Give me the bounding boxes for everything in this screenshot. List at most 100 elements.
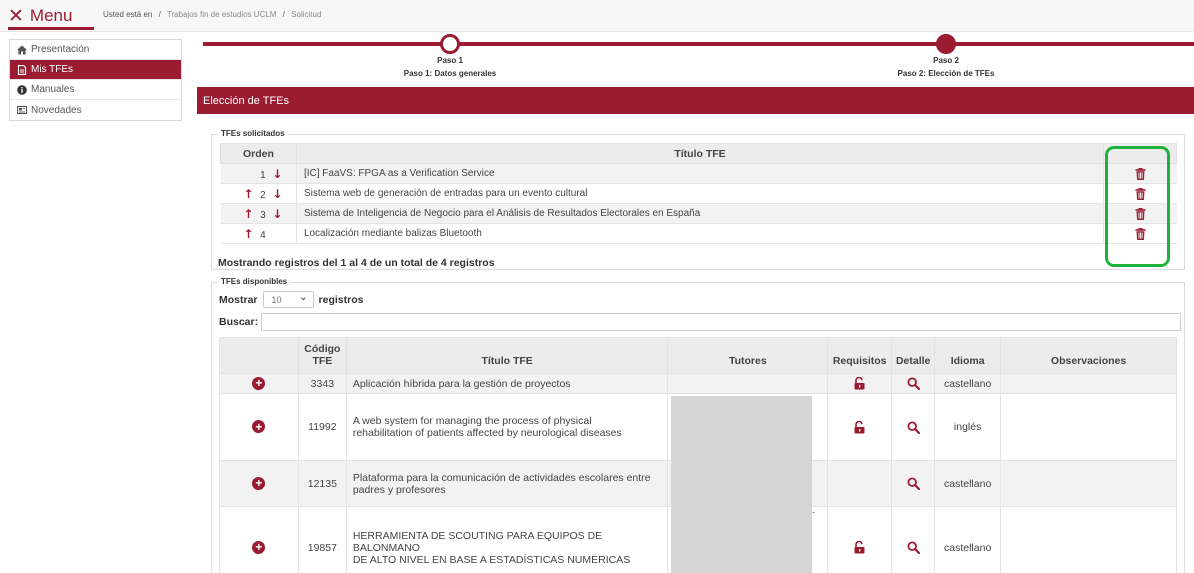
language-cell: castellano	[934, 506, 1002, 573]
language-cell: inglés	[934, 393, 1002, 461]
detail-cell	[891, 506, 936, 573]
arrow-up-icon[interactable]: ↑	[242, 207, 255, 221]
magnifier-icon[interactable]	[907, 541, 920, 555]
title-cell: Localización mediante balizas Bluetooth	[295, 223, 1104, 244]
requirements-cell	[827, 373, 893, 394]
section-title: Elección de TFEs	[203, 94, 290, 107]
requirements-cell	[827, 506, 893, 573]
home-icon	[17, 45, 31, 55]
requested-table: Orden Título TFE 1 ↓ [IC] FaaVS: FPGA as …	[220, 143, 1177, 244]
step-line	[457, 42, 1194, 46]
arrow-down-icon[interactable]: ↓	[271, 207, 284, 221]
chevron-down-icon: ⌄	[299, 291, 308, 303]
code-cell: 19857	[297, 506, 347, 573]
sidebar-item-presentacion[interactable]: Presentación	[10, 40, 181, 60]
breadcrumb-link-tfe[interactable]: Trabajos fin de estudios UCLM	[167, 10, 277, 19]
sidebar-item-label: Manuales	[31, 84, 75, 95]
table-row: + 3343 Aplicación híbrida para la gestió…	[219, 373, 1177, 394]
code-cell: 11992	[297, 393, 347, 461]
title-line: A web system for managing the process of…	[352, 415, 592, 427]
close-icon: ✕	[8, 4, 24, 27]
notes-cell	[1000, 393, 1177, 461]
page-length-control: Mostrar 10 ⌄ registros	[219, 291, 363, 308]
language-cell: castellano	[934, 460, 1002, 507]
magnifier-icon[interactable]	[907, 477, 920, 491]
code-header-line2: TFE	[312, 355, 333, 367]
search-input[interactable]	[261, 313, 1182, 331]
trash-icon[interactable]	[1135, 167, 1146, 180]
trash-icon[interactable]	[1135, 227, 1146, 240]
title-line: HERRAMIENTA DE SCOUTING PARA EQUIPOS DE …	[352, 529, 603, 554]
magnifier-icon[interactable]	[907, 377, 920, 391]
column-header-notes[interactable]: Observaciones	[1000, 337, 1177, 374]
column-header-tutors[interactable]: Tutores	[667, 337, 829, 374]
add-circle-icon[interactable]: +	[252, 420, 266, 434]
add-circle-icon[interactable]: +	[252, 540, 266, 554]
delete-cell	[1103, 223, 1177, 244]
title-cell: Sistema web de generación de entradas pa…	[295, 183, 1104, 204]
title-line: rehabilitation of patients affected by n…	[352, 427, 622, 439]
language-cell: castellano	[934, 373, 1002, 394]
page-length-value: 10	[271, 294, 282, 305]
sidebar-item-label: Presentación	[31, 44, 90, 55]
add-cell: +	[219, 373, 299, 394]
show-label: Mostrar	[219, 293, 258, 306]
search-label: Buscar:	[219, 316, 259, 328]
arrow-down-icon[interactable]: ↓	[271, 167, 284, 181]
sidebar-item-label: Mis TFEs	[31, 64, 74, 75]
title-line: Plataforma para la comunicación de activ…	[352, 471, 651, 484]
breadcrumb: Usted está en / Trabajos fin de estudios…	[103, 10, 321, 19]
top-bar: ✕ Menu Usted está en / Trabajos fin de e…	[0, 0, 1194, 32]
redacted-tutors-block	[671, 396, 812, 573]
tutors-cell	[667, 373, 829, 394]
step-2-indicator[interactable]	[936, 34, 956, 54]
column-header-title[interactable]: Título TFE	[295, 143, 1105, 164]
notes-cell	[1000, 506, 1177, 573]
order-cell: ↑ 2 ↓	[220, 183, 297, 204]
step-2-subtitle: Paso 2: Elección de TFEs	[897, 69, 995, 78]
menu-button[interactable]: ✕ Menu	[8, 5, 72, 27]
magnifier-icon[interactable]	[907, 420, 920, 434]
breadcrumb-lead: Usted está en	[103, 10, 153, 19]
column-header-detail[interactable]: Detalle	[891, 337, 936, 374]
column-header-code[interactable]: Código TFE	[297, 337, 347, 374]
order-cell: ↑ 4	[220, 223, 297, 244]
arrow-up-icon[interactable]: ↑	[242, 227, 255, 241]
table-row: ↑ 2 ↓ Sistema web de generación de entrada…	[220, 183, 1177, 204]
notes-cell	[1000, 373, 1177, 394]
available-legend: TFEs disponibles	[218, 277, 291, 286]
column-header-language[interactable]: Idioma	[934, 337, 1002, 374]
detail-cell	[891, 393, 936, 461]
unlock-icon[interactable]	[853, 420, 866, 433]
order-number: 2	[260, 189, 266, 201]
order-number: 4	[260, 229, 266, 241]
menu-label: Menu	[29, 6, 73, 25]
arrow-up-icon[interactable]: ↑	[242, 187, 255, 201]
stepper: Paso 1 Paso 1: Datos generales Paso 2 Pa…	[203, 34, 1194, 84]
step-1-indicator[interactable]	[440, 34, 460, 54]
title-cell: A web system for managing the process of…	[345, 393, 669, 461]
arrow-down-icon[interactable]: ↓	[271, 187, 284, 201]
column-header-requirements[interactable]: Requisitos	[827, 337, 893, 374]
title-cell: Sistema de Inteligencia de Negocio para …	[295, 203, 1104, 224]
table-header-row: Código TFE Título TFE Tutores Requisitos …	[219, 337, 1177, 374]
notes-cell	[1000, 460, 1177, 507]
sidebar-item-label: Novedades	[31, 104, 82, 116]
trash-icon[interactable]	[1135, 207, 1146, 220]
column-header-order[interactable]: Orden	[220, 143, 297, 164]
unlock-icon[interactable]	[853, 540, 866, 554]
unlock-icon[interactable]	[853, 376, 866, 390]
breadcrumb-separator: /	[158, 10, 161, 19]
add-circle-icon[interactable]: +	[252, 476, 266, 490]
order-cell: 1 ↓	[220, 163, 297, 184]
add-cell: +	[219, 393, 299, 461]
dash-mark: -	[812, 507, 815, 517]
page-length-select[interactable]: 10 ⌄	[262, 291, 314, 308]
column-header-title[interactable]: Título TFE	[345, 337, 669, 374]
trash-icon[interactable]	[1135, 187, 1146, 200]
sidebar-item-novedades[interactable]: Novedades	[10, 100, 181, 120]
column-header-actions	[1103, 143, 1177, 164]
sidebar-item-manuales[interactable]: Manuales	[10, 80, 181, 100]
add-circle-icon[interactable]: +	[252, 376, 266, 390]
sidebar-item-mis-tfes[interactable]: Mis TFEs	[10, 60, 181, 80]
